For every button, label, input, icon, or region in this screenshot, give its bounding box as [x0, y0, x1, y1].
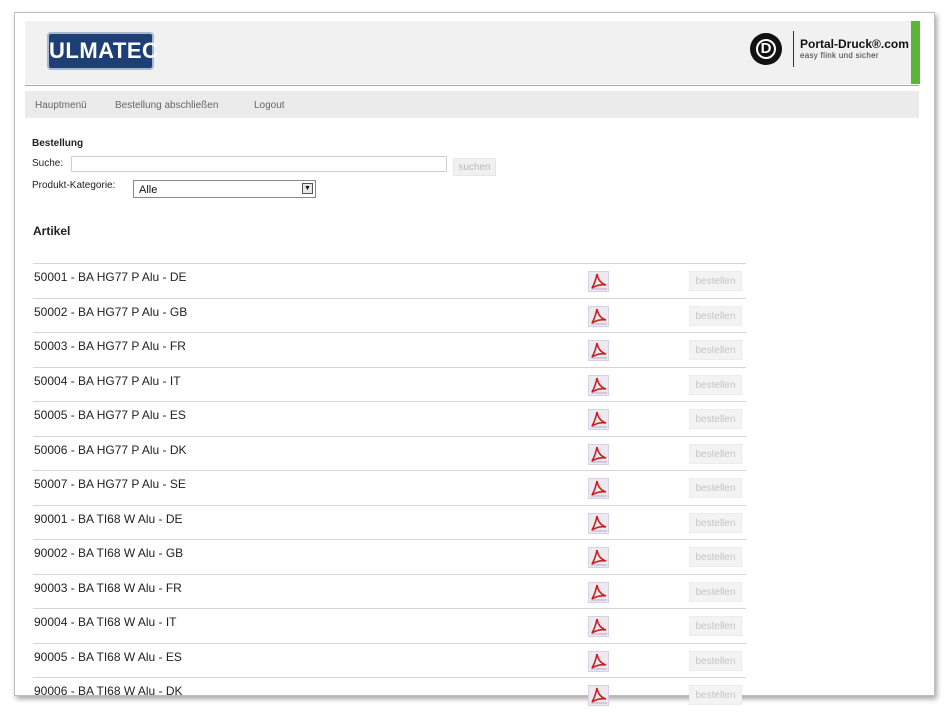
- chevron-down-icon[interactable]: ▼: [302, 183, 313, 194]
- article-name: 90003 - BA TI68 W Alu - FR: [34, 580, 182, 595]
- article-row: 50005 - BA HG77 P Alu - ES bestellen: [33, 401, 746, 436]
- pdf-icon[interactable]: [588, 616, 609, 637]
- article-name: 90006 - BA TI68 W Alu - DK: [34, 684, 183, 698]
- portal-druck-mark-icon: D: [750, 33, 782, 65]
- pdf-icon[interactable]: [588, 512, 609, 534]
- order-button[interactable]: bestellen: [689, 271, 742, 291]
- article-name: 50006 - BA HG77 P Alu - DK: [34, 442, 187, 457]
- order-button[interactable]: bestellen: [689, 409, 742, 429]
- order-button[interactable]: bestellen: [689, 443, 742, 464]
- order-button[interactable]: bestellen: [689, 512, 742, 533]
- article-row: 90004 - BA TI68 W Alu - IT bestellen: [33, 608, 746, 643]
- articles-heading: Artikel: [33, 224, 71, 238]
- order-button[interactable]: bestellen: [689, 340, 742, 360]
- article-row: 50001 - BA HG77 P Alu - DE bestellen: [33, 263, 746, 298]
- article-row: 90003 - BA TI68 W Alu - FR bestellen: [33, 573, 746, 609]
- article-name: 50007 - BA HG77 P Alu - SE: [34, 477, 186, 491]
- order-button[interactable]: bestellen: [689, 374, 742, 395]
- pdf-icon[interactable]: [588, 443, 609, 465]
- search-input[interactable]: [71, 156, 447, 172]
- article-row: 50003 - BA HG77 P Alu - FR bestellen: [33, 332, 746, 367]
- ulmatec-logo[interactable]: ULMATEC: [47, 32, 158, 70]
- nav-item-complete-order[interactable]: Bestellung abschließen: [115, 100, 218, 111]
- logo-divider: [793, 31, 794, 67]
- article-name: 90004 - BA TI68 W Alu - IT: [34, 615, 177, 629]
- category-label: Produkt-Kategorie:: [32, 180, 116, 191]
- article-row: 90001 - BA TI68 W Alu - DE bestellen: [33, 504, 746, 540]
- order-button[interactable]: bestellen: [689, 650, 742, 671]
- pdf-icon[interactable]: [588, 409, 609, 430]
- category-select[interactable]: Alle ▼: [133, 180, 316, 198]
- article-name: 90002 - BA TI68 W Alu - GB: [34, 546, 184, 560]
- article-list: 50001 - BA HG77 P Alu - DE bestellen 500…: [33, 263, 746, 712]
- article-row: 50007 - BA HG77 P Alu - SE bestellen: [33, 470, 746, 505]
- pdf-icon[interactable]: [588, 271, 609, 292]
- pdf-icon[interactable]: [588, 305, 609, 327]
- portal-druck-tagline: easy flink und sicher: [800, 51, 879, 60]
- search-label: Suche:: [32, 158, 64, 169]
- pdf-icon[interactable]: [588, 547, 609, 568]
- header-divider: [25, 85, 919, 86]
- pdf-icon[interactable]: [588, 685, 609, 706]
- article-row: 90002 - BA TI68 W Alu - GB bestellen: [33, 539, 746, 574]
- portal-druck-name: Portal-Druck®.com: [800, 37, 909, 51]
- order-button[interactable]: bestellen: [689, 581, 742, 602]
- article-name: 50005 - BA HG77 P Alu - ES: [34, 408, 186, 422]
- article-name: 90005 - BA TI68 W Alu - ES: [34, 649, 182, 664]
- article-row: 90005 - BA TI68 W Alu - ES bestellen: [33, 642, 746, 678]
- page-header: ULMATEC D Portal-Druck®.com easy flink u…: [25, 21, 920, 84]
- article-name: 50002 - BA HG77 P Alu - GB: [34, 304, 188, 319]
- pdf-icon[interactable]: [588, 650, 609, 672]
- nav-item-main-menu[interactable]: Hauptmenü: [35, 100, 87, 111]
- article-row: 50004 - BA HG77 P Alu - IT bestellen: [33, 366, 746, 402]
- article-row: 50002 - BA HG77 P Alu - GB bestellen: [33, 297, 746, 333]
- order-button[interactable]: bestellen: [689, 547, 742, 567]
- portal-druck-logo[interactable]: D Portal-Druck®.com easy flink und siche…: [750, 29, 909, 75]
- pdf-icon[interactable]: [588, 478, 609, 499]
- main-navigation: Hauptmenü Bestellung abschließen Logout: [25, 91, 919, 118]
- order-button[interactable]: bestellen: [689, 478, 742, 498]
- order-button[interactable]: bestellen: [689, 685, 742, 705]
- section-title: Bestellung: [32, 138, 84, 149]
- article-name: 50004 - BA HG77 P Alu - IT: [34, 373, 181, 388]
- pdf-icon[interactable]: [588, 374, 609, 396]
- article-row: 90006 - BA TI68 W Alu - DK bestellen: [33, 677, 746, 712]
- pdf-icon[interactable]: [588, 581, 609, 603]
- article-name: 50001 - BA HG77 P Alu - DE: [34, 270, 187, 284]
- order-button[interactable]: bestellen: [689, 305, 742, 326]
- article-name: 50003 - BA HG77 P Alu - FR: [34, 339, 186, 353]
- nav-item-logout[interactable]: Logout: [254, 100, 285, 111]
- category-selected-value: Alle: [139, 184, 158, 196]
- pdf-icon[interactable]: [588, 340, 609, 361]
- order-button[interactable]: bestellen: [689, 616, 742, 636]
- article-row: 50006 - BA HG77 P Alu - DK bestellen: [33, 435, 746, 471]
- article-name: 90001 - BA TI68 W Alu - DE: [34, 511, 183, 526]
- search-button[interactable]: suchen: [453, 158, 496, 176]
- header-accent-bar: [911, 21, 920, 84]
